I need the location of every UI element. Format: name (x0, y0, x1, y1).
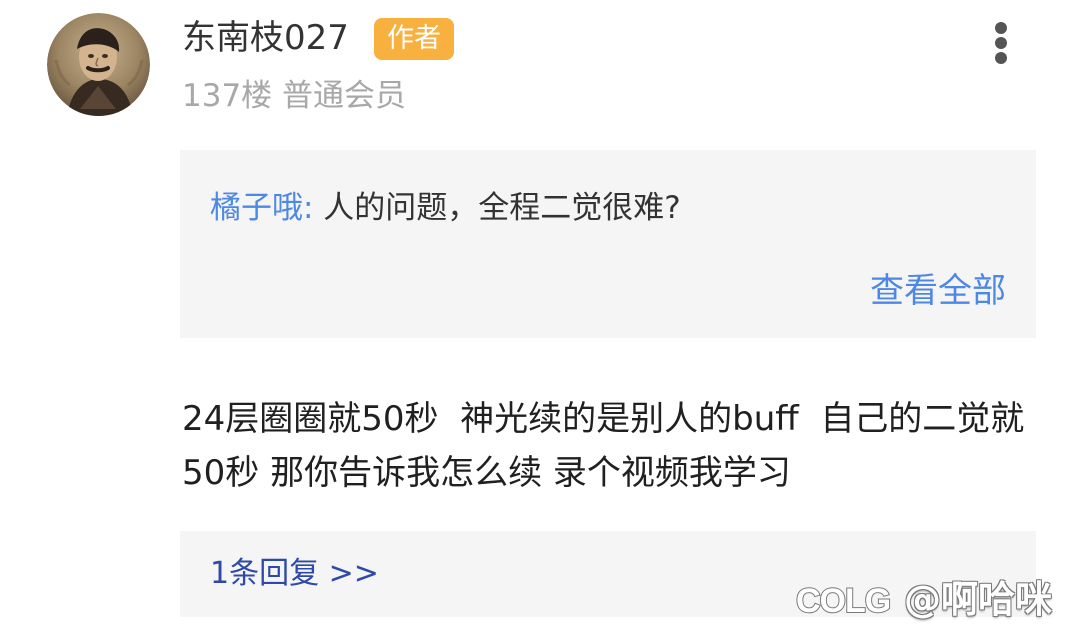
user-avatar[interactable] (47, 13, 150, 116)
more-options-button[interactable] (982, 18, 1020, 68)
quoted-comment-author[interactable]: 橘子哦: (210, 190, 313, 226)
post-meta: 137楼 普通会员 (182, 74, 406, 118)
reply-post: 东南枝027 作者 137楼 普通会员 橘子哦: 人的问题，全程二觉很难? 查看… (0, 0, 1080, 641)
username[interactable]: 东南枝027 (182, 15, 349, 61)
reply-count-link[interactable]: 1条回复 >> (210, 550, 379, 598)
view-all-link[interactable]: 查看全部 (870, 266, 1006, 316)
more-vertical-icon (995, 22, 1007, 34)
svg-text:COLG: COLG (796, 582, 890, 620)
more-vertical-icon (995, 37, 1007, 49)
member-level: 普通会员 (282, 78, 407, 114)
colg-logo-icon: COLG (796, 581, 892, 621)
quoted-comment-text: 人的问题，全程二觉很难? (313, 190, 681, 226)
watermark-text: @啊哈咪 (904, 578, 1052, 621)
more-vertical-icon (995, 52, 1007, 64)
quoted-comment-line: 橘子哦: 人的问题，全程二觉很难? (210, 184, 681, 232)
author-badge: 作者 (374, 18, 454, 60)
quoted-comment-box: 橘子哦: 人的问题，全程二觉很难? 查看全部 (180, 150, 1036, 338)
watermark: COLG @啊哈咪 (796, 574, 1066, 626)
floor-number: 137楼 (182, 78, 273, 114)
reply-content: 24层圈圈就50秒 神光续的是别人的buff 自己的二觉就50秒 那你告诉我怎么… (182, 399, 1025, 493)
